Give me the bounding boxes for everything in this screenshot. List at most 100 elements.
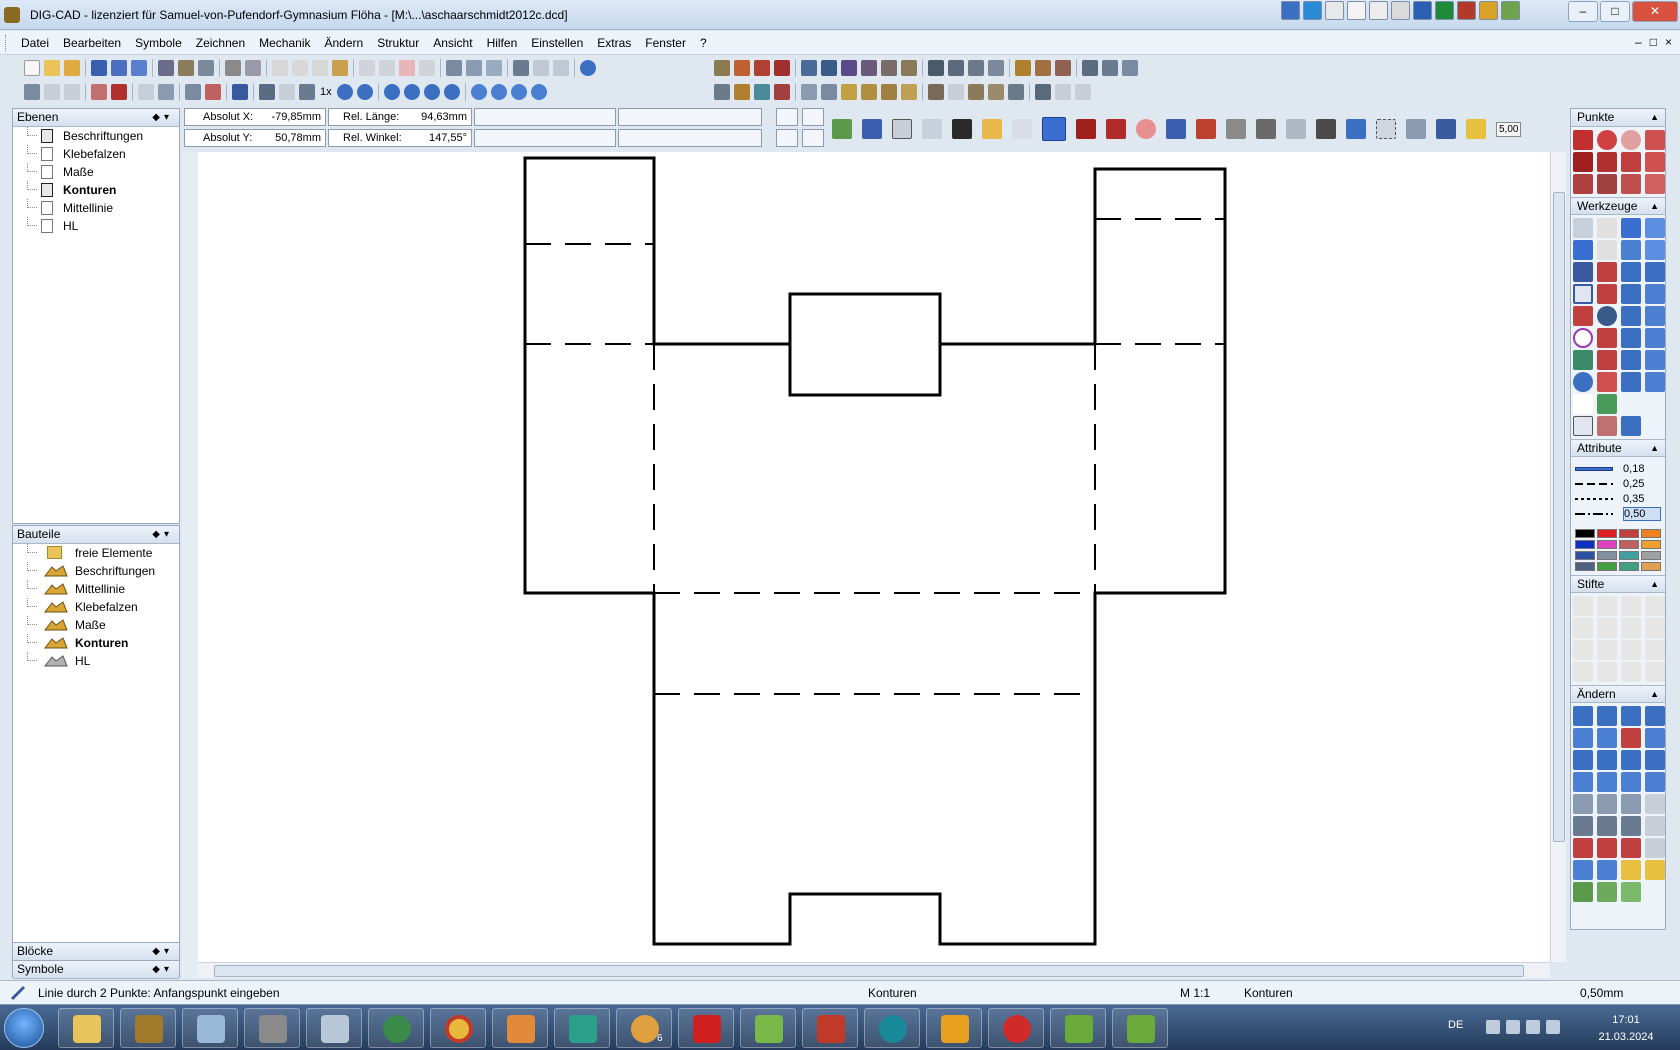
taskbar-explorer[interactable] [58,1008,114,1048]
symbole-panel[interactable]: Symbole ◆▾ [12,960,180,979]
stretch-icon[interactable] [881,60,897,76]
tool-icon[interactable] [1015,60,1031,76]
modify-icon[interactable] [1621,706,1641,726]
color-swatch[interactable] [1575,551,1595,560]
modify-icon[interactable] [1621,772,1641,792]
line-tool-icon[interactable] [1573,240,1593,260]
block-icon[interactable] [158,84,174,100]
modify-icon[interactable] [1597,860,1617,880]
modify-icon[interactable] [1573,728,1593,748]
pen-4-icon[interactable] [1645,596,1665,616]
color-swatch[interactable] [1641,562,1661,571]
taskbar-app[interactable] [244,1008,300,1048]
construct-icon[interactable] [988,84,1004,100]
modify-icon[interactable] [1645,838,1665,858]
panel-arrows-icon[interactable]: ◆▾ [152,943,173,960]
modify-icon[interactable] [1645,772,1665,792]
color-swatch[interactable] [1575,529,1595,538]
menu-fenster[interactable]: Fenster [645,36,686,50]
point-tool-icon[interactable] [1573,130,1593,150]
quicklaunch-icon[interactable] [1501,1,1520,20]
delete-icon[interactable] [553,60,569,76]
palette-section-werkzeuge[interactable]: Werkzeuge ▲ [1571,197,1665,215]
copy-icon[interactable] [292,60,308,76]
wizard-icon[interactable] [1597,416,1617,436]
pen-1-icon[interactable] [1573,596,1593,616]
color-swatch[interactable] [1575,540,1595,549]
layer-item-beschriftungen[interactable]: Beschriftungen [13,127,179,145]
menu-help[interactable]: ? [700,36,707,50]
modify-icon[interactable] [1597,728,1617,748]
option-button[interactable] [776,129,798,147]
snap-icon[interactable] [446,60,462,76]
construct-icon[interactable] [928,84,944,100]
line-width-035[interactable]: 0,35 [1623,493,1661,505]
construct-icon[interactable] [968,84,984,100]
point-tool-icon[interactable] [1621,174,1641,194]
palette-section-stifte[interactable]: Stifte ▲ [1571,575,1665,593]
construct-icon[interactable] [754,84,770,100]
rel-laenge-field[interactable]: Rel. Länge: 94,63mm [328,108,472,126]
new-file-icon[interactable] [24,60,40,76]
mirror-icon[interactable] [841,60,857,76]
cylinder-icon[interactable] [1597,394,1617,414]
zoom-icon[interactable] [383,84,400,100]
bloecke-panel[interactable]: Blöcke ◆▾ [12,942,180,961]
filter-button[interactable] [802,108,824,126]
point-tool-icon[interactable] [1573,174,1593,194]
layer-icon[interactable] [714,60,730,76]
construct-icon[interactable] [774,84,790,100]
block-icon[interactable] [138,84,154,100]
word-icon[interactable] [1413,1,1432,20]
construct-icon[interactable] [1075,84,1091,100]
cut-icon[interactable] [272,60,288,76]
pen-9-icon[interactable] [1573,640,1593,660]
zoom-icon[interactable] [510,84,527,100]
modify-icon[interactable] [1573,772,1593,792]
dimension-icon[interactable] [988,60,1004,76]
bauteile-header[interactable]: Bauteile ◆▾ [13,526,179,544]
line-width-025[interactable]: 0,25 [1623,478,1661,490]
frame-icon[interactable] [1196,119,1216,139]
part-item-mittellinie[interactable]: Mittellinie [13,580,179,598]
layer-item-klebefalzen[interactable]: Klebefalzen [13,145,179,163]
angle-icon[interactable] [1645,284,1665,304]
palette-section-aendern[interactable]: Ändern ▲ [1571,685,1665,703]
taskbar-app[interactable] [368,1008,424,1048]
minimize-button[interactable]: – [1568,1,1598,22]
line-attribute-row[interactable]: 0,25 [1575,476,1661,491]
zoom-in-icon[interactable] [336,84,353,100]
empty-input-field[interactable] [618,129,762,147]
color-swatch[interactable] [1575,562,1595,571]
menubar-grip[interactable] [5,35,8,51]
save-icon[interactable] [91,60,107,76]
palette-section-punkte[interactable]: Punkte ▲ [1571,109,1665,127]
layer-settings-icon[interactable] [205,84,221,100]
dimension-icon[interactable] [928,60,944,76]
zoom-icon[interactable] [443,84,460,100]
pen-16-icon[interactable] [1645,662,1665,682]
option-button[interactable] [802,129,824,147]
menu-mechanik[interactable]: Mechanik [259,36,310,50]
construct-icon[interactable] [881,84,897,100]
zoom-out-icon[interactable] [356,84,373,100]
modify-icon[interactable] [1597,816,1617,836]
rel-winkel-field[interactable]: Rel. Winkel: 147,55° [328,129,472,147]
angle-icon[interactable] [1645,306,1665,326]
confirm-icon[interactable] [419,60,435,76]
part-item-hl[interactable]: HL [13,652,179,670]
palette-section-attribute[interactable]: Attribute ▲ [1571,439,1665,457]
quicklaunch-icon[interactable] [1369,1,1388,20]
vertical-scroll-thumb[interactable] [1553,192,1565,842]
tool-icon[interactable] [1035,60,1051,76]
paste-icon[interactable] [312,60,328,76]
pen-5-icon[interactable] [1573,618,1593,638]
angle-icon[interactable] [1621,306,1641,326]
taskbar-arduino[interactable] [864,1008,920,1048]
modify-icon[interactable] [1621,816,1641,836]
part-item-masse[interactable]: Maße [13,616,179,634]
vertical-scrollbar[interactable] [1550,152,1566,962]
snap-point-icon[interactable] [486,60,502,76]
layer-item-mittellinie[interactable]: Mittellinie [13,199,179,217]
modify-icon[interactable] [1597,838,1617,858]
